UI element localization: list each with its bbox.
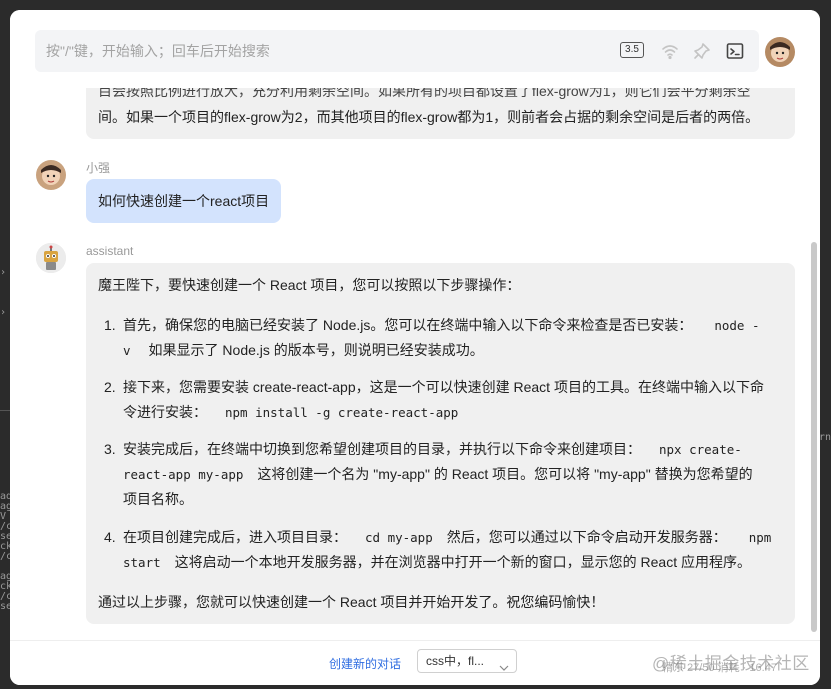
step-text: 如果显示了 Node.js 的版本号，则说明已经安装成功。 [148,342,484,358]
step-text: 然后，您可以通过以下命令启动开发服务器： [446,529,727,545]
step-text: 接下来，您需要安装 create-react-app，这是一个可以快速创建 Re… [123,379,764,395]
previous-assistant-text: 目会按照比例进行放大，充分利用剩余空间。如果所有的项目都设置了flex-grow… [98,83,788,130]
code-inline: cd my-app [365,530,433,545]
code-inline: start [123,555,161,570]
profile-avatar[interactable] [765,37,795,67]
user-avatar [36,160,66,190]
terminal-icon[interactable] [725,41,745,61]
previous-line-2: 间。如果一个项目的flex-grow为2，而其他项目的flex-grow都为1，… [98,109,760,125]
code-inline: react-app my-app [123,467,244,482]
user-message-bubble: 如何快速创建一个react项目 [86,179,282,223]
user-message-text: 如何快速创建一个react项目 [98,193,270,209]
code-inline: v [123,343,131,358]
step-text: 令进行安装： [123,404,207,420]
step-text: 安装完成后，在终端中切换到您希望创建项目的目录，并执行以下命令来创建项目： [123,441,641,457]
step-text: 这将启动一个本地开发服务器，并在浏览器中打开一个新的窗口，显示您的 React … [174,554,751,570]
modal-header: 3.5 [10,10,820,88]
code-inline: npm [748,530,772,545]
assistant-intro: 魔王陛下，要快速创建一个 React 项目，您可以按照以下步骤操作： [98,277,521,293]
step-number: 3. [104,441,116,457]
search-bar: 3.5 [35,30,759,72]
code-inline: npx create- [659,442,742,457]
modal-footer: 创建新的对话 css中，fl... 精东 27/50 消耗 · 16.47 @稀… [10,640,820,685]
step-text: 首先，确保您的电脑已经安装了 Node.js。您可以在终端中输入以下命令来检查是… [123,317,693,333]
new-chat-link[interactable]: 创建新的对话 [329,655,401,672]
user-name: 小强 [86,161,111,175]
step-number: 1. [104,317,116,333]
scrollbar-thumb[interactable] [811,242,817,632]
step-text: 项目名称。 [123,491,193,507]
watermark: @稀土掘金技术社区 [652,654,810,673]
search-input[interactable] [46,30,606,72]
conversation-select[interactable]: css中，fl... [417,649,517,673]
backdrop-arrow-icon: › [0,307,7,318]
backdrop-code-fragment: ad ag V/c se ck/c ag ck/c se [0,492,10,612]
wifi-icon[interactable] [660,41,680,61]
code-inline: node - [714,318,760,333]
step-text: 这将创建一个名为 "my-app" 的 React 项目。您可以将 "my-ap… [257,466,753,482]
chevron-down-icon [499,657,509,671]
model-version-badge[interactable]: 3.5 [620,42,644,58]
code-inline: npm install -g create-react-app [225,405,459,420]
assistant-message-bubble: 魔王陛下，要快速创建一个 React 项目，您可以按照以下步骤操作： 1. 首先… [86,263,795,624]
pin-icon[interactable] [692,41,712,61]
chat-scroll-area[interactable]: 目会按照比例进行放大，充分利用剩余空间。如果所有的项目都设置了flex-grow… [10,10,820,640]
step-text: 在项目创建完成后，进入项目目录： [123,529,347,545]
assistant-name: assistant [86,244,134,258]
backdrop-code-line: se [0,601,10,612]
step-number: 4. [104,529,116,545]
step-number: 2. [104,379,116,395]
backdrop-arrow-icon: › [0,267,7,278]
conversation-select-value: css中，fl... [426,654,485,668]
assistant-avatar [36,243,66,273]
assistant-outro: 通过以上步骤，您就可以快速创建一个 React 项目并开始开发了。祝您编码愉快！ [98,594,605,610]
chat-modal: 目会按照比例进行放大，充分利用剩余空间。如果所有的项目都设置了flex-grow… [10,10,820,685]
